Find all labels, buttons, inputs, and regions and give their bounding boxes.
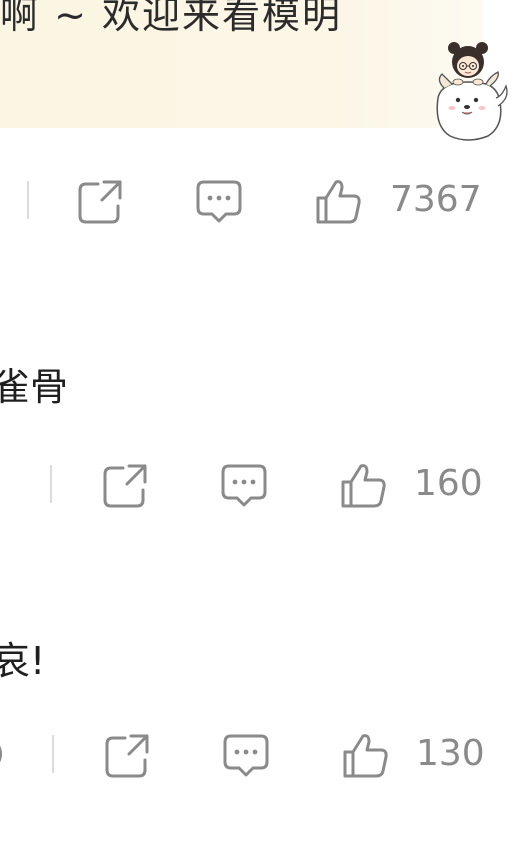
action-divider	[27, 181, 29, 219]
like-count: 160	[414, 463, 483, 504]
post-3-title[interactable]: 哀!	[0, 630, 45, 685]
thumbs-up-icon[interactable]	[339, 460, 389, 510]
comment-icon[interactable]	[219, 460, 269, 510]
page: 啊 ~ 欢迎来看模明 7367 雀骨 160 哀! 130	[0, 0, 525, 850]
post-3-action-bar: 130	[0, 726, 525, 782]
clipped-icon-fragment	[0, 745, 2, 763]
post-1-action-bar: 7367	[0, 172, 525, 228]
mascot-illustration	[436, 42, 508, 141]
like-count: 7367	[390, 179, 482, 220]
action-divider	[50, 465, 52, 503]
comment-icon[interactable]	[221, 730, 271, 780]
thumbs-up-icon[interactable]	[314, 176, 364, 226]
welcome-banner[interactable]: 啊 ~ 欢迎来看模明	[0, 0, 483, 128]
banner-text: 啊 ~ 欢迎来看模明	[0, 0, 342, 37]
share-icon[interactable]	[101, 460, 151, 510]
thumbs-up-icon[interactable]	[341, 730, 391, 780]
like-count: 130	[416, 733, 485, 774]
post-2-action-bar: 160	[0, 456, 525, 512]
share-icon[interactable]	[76, 176, 126, 226]
action-divider	[52, 735, 54, 773]
post-2-title[interactable]: 雀骨	[0, 356, 68, 411]
share-icon[interactable]	[103, 730, 153, 780]
comment-icon[interactable]	[194, 176, 244, 226]
